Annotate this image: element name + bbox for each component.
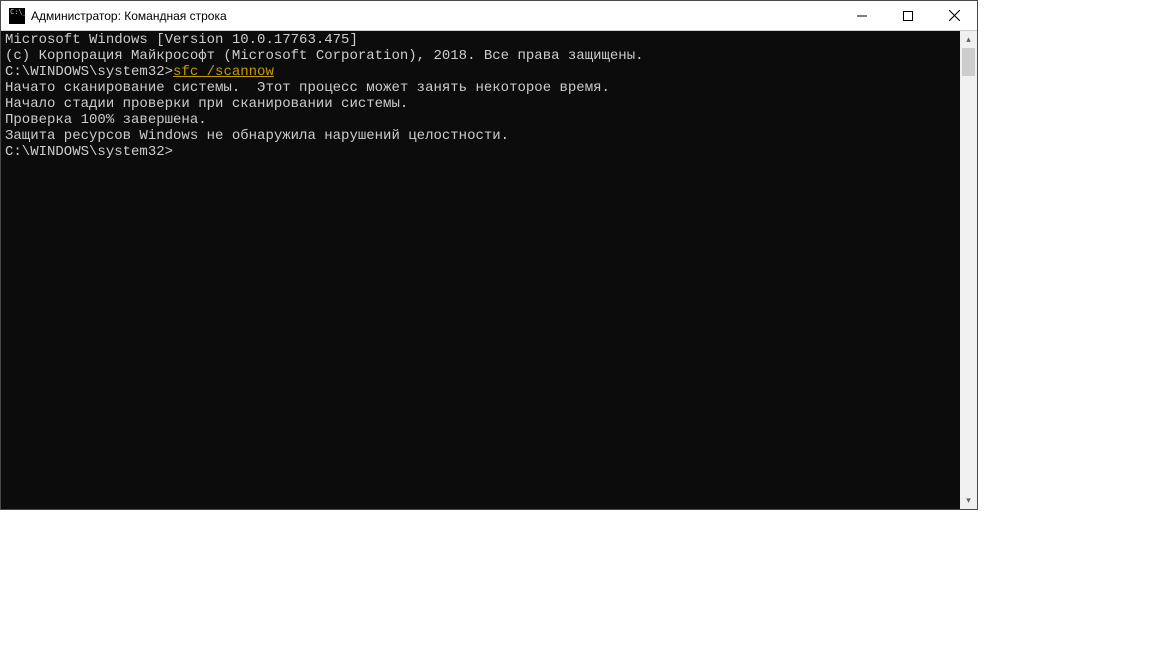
scroll-up-button[interactable]: ▴ bbox=[960, 31, 977, 48]
prompt: C:\WINDOWS\system32> bbox=[5, 144, 960, 160]
vertical-scrollbar[interactable]: ▴ ▾ bbox=[960, 31, 977, 509]
entered-command: sfc /scannow bbox=[173, 64, 274, 80]
output-line: Microsoft Windows [Version 10.0.17763.47… bbox=[5, 32, 960, 48]
titlebar[interactable]: Администратор: Командная строка bbox=[1, 1, 977, 31]
scroll-down-button[interactable]: ▾ bbox=[960, 492, 977, 509]
window-title: Администратор: Командная строка bbox=[31, 9, 839, 23]
cmd-icon bbox=[9, 8, 25, 24]
output-line: (c) Корпорация Майкрософт (Microsoft Cor… bbox=[5, 48, 960, 64]
prompt-path: C:\WINDOWS\system32> bbox=[5, 64, 173, 80]
output-line: Защита ресурсов Windows не обнаружила на… bbox=[5, 128, 960, 144]
output-line: C:\WINDOWS\system32>sfc /scannow bbox=[5, 64, 960, 80]
client-area: Microsoft Windows [Version 10.0.17763.47… bbox=[1, 31, 977, 509]
minimize-button[interactable] bbox=[839, 1, 885, 30]
close-button[interactable] bbox=[931, 1, 977, 30]
maximize-button[interactable] bbox=[885, 1, 931, 30]
scroll-thumb[interactable] bbox=[962, 48, 975, 76]
minimize-icon bbox=[857, 11, 867, 21]
cmd-window: Администратор: Командная строка Microsof… bbox=[0, 0, 978, 510]
output-line: Начало стадии проверки при сканировании … bbox=[5, 96, 960, 112]
terminal-output[interactable]: Microsoft Windows [Version 10.0.17763.47… bbox=[1, 31, 960, 509]
output-line: Проверка 100% завершена. bbox=[5, 112, 960, 128]
output-line: Начато сканирование системы. Этот процес… bbox=[5, 80, 960, 96]
close-icon bbox=[949, 10, 960, 21]
maximize-icon bbox=[903, 11, 913, 21]
